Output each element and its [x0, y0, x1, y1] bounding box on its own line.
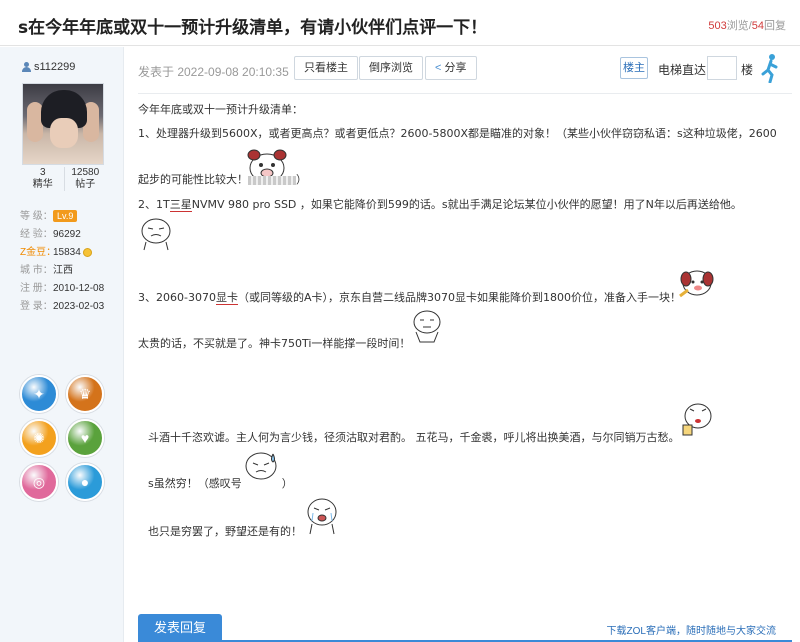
brand-link-gpu[interactable]: 显卡: [215, 291, 238, 305]
thread-header: s在今年年底或双十一预计升级清单，有请小伙伴们点评一下！ 503浏览/54回复: [0, 0, 800, 46]
share-label: 分享: [444, 62, 467, 74]
level-badge: Lv.9: [53, 210, 78, 223]
author-sidebar: s112299 3 精华 12580 帖子 等 级： Lv.9 经 验：96292…: [0, 47, 124, 642]
medal-1[interactable]: ✦: [20, 375, 58, 413]
lift-label: 电梯直达: [658, 63, 707, 77]
author-counts: 3 精华 12580 帖子: [22, 167, 106, 191]
post-line-5a: 3、2060-3070: [138, 291, 216, 304]
exp-row: 经 验：96292: [20, 226, 104, 244]
city-value: 江西: [53, 265, 73, 276]
post-line-8b: ）: [281, 477, 293, 490]
post-line-3b: ）: [296, 173, 307, 186]
medal-grid: ✦ ♛ ✺ ♥ ◎ ●: [20, 375, 106, 501]
essence-label: 精华: [32, 179, 53, 190]
replies-count: 54: [751, 20, 764, 32]
posts-count: 12580: [71, 167, 100, 178]
post-line-4: 2、1T三星NVMV 980 pro SSD ，如果它能降价到599的话。s就出…: [138, 197, 742, 213]
post-line-8a: s虽然穷！（感叹号: [148, 477, 242, 490]
shrug-emoticon: [413, 310, 441, 343]
post-line-4a: 2、1T: [138, 198, 170, 211]
author-info: 等 级： Lv.9 经 验：96292 Z金豆：15834 城 市：江西 注 册：…: [20, 208, 104, 316]
post-line-5: 3、2060-3070显卡（或同等级的A卡），京东自营二线品牌3070显卡如果能…: [138, 290, 681, 306]
reply-tab[interactable]: 发表回复: [138, 614, 222, 642]
post-date: 发表于 2022-09-08 20:10:35: [138, 65, 289, 79]
post-line-7: 斗酒十千恣欢谑。主人何为言少钱，径须沽取对君酌。 五花马，千金裘，呼儿将出换美酒…: [148, 431, 680, 444]
register-label: 注 册：: [20, 283, 53, 294]
zcoin-value: 15834: [53, 247, 81, 258]
drink-emoticon: [682, 403, 712, 436]
city-label: 城 市：: [20, 265, 53, 276]
avatar[interactable]: [22, 83, 104, 165]
share-button[interactable]: < 分享: [425, 56, 477, 80]
doubt-emoticon: [141, 218, 171, 251]
watermark-graphic: [248, 175, 296, 185]
post-line-6: 太贵的话，不买就是了。神卡750Ti一样能撑一段时间！: [138, 337, 411, 350]
brand-link-samsung[interactable]: 三星: [169, 198, 192, 212]
post-line-2: 1、处理器升级到5600X，或者更高点？或者更低点？2600-5800X都是瞄准…: [138, 127, 777, 140]
replies-label: 回复: [764, 20, 786, 32]
jump-floor-icon[interactable]: [760, 53, 780, 83]
share-icon: <: [435, 62, 442, 74]
author-username[interactable]: s112299: [34, 61, 75, 73]
reverse-order-button[interactable]: 倒序浏览: [359, 56, 423, 80]
sweat-emoticon: [245, 452, 277, 480]
header-divider: [138, 93, 792, 94]
posts-stat[interactable]: 12580 帖子: [63, 167, 107, 191]
level-label: 等 级：: [20, 211, 53, 222]
coin-icon: [82, 247, 92, 257]
cry-emoticon: [307, 498, 337, 535]
post-line-9: 也只是穷罢了，野望还是有的！: [148, 525, 302, 538]
essence-stat[interactable]: 3 精华: [22, 167, 64, 191]
reply-bar: 发表回复 下载ZOL客户端，随时随地与大家交流: [138, 614, 792, 642]
essence-count: 3: [39, 167, 46, 178]
medal-2[interactable]: ♛: [66, 375, 104, 413]
city-row: 城 市：江西: [20, 262, 104, 280]
post-line-3: 起步的可能性比较大！ ）: [138, 172, 307, 188]
op-badge[interactable]: 楼主: [620, 57, 648, 79]
post-content: 今年年底或双十一预计升级清单： 1、处理器升级到5600X，或者更高点？或者更低…: [138, 96, 792, 616]
post-line-4b: NVMV 980 pro SSD ，如果它能降价到599的话。s就出手满足论坛某…: [191, 198, 742, 211]
dog-emoticon: [679, 270, 714, 298]
views-label: 浏览: [726, 20, 749, 32]
login-label: 登 录：: [20, 301, 53, 312]
floor-input[interactable]: [707, 56, 737, 80]
author-name-row[interactable]: s112299: [22, 61, 75, 73]
medal-3[interactable]: ✺: [20, 419, 58, 457]
client-download-link[interactable]: 下载ZOL客户端，随时随地与大家交流: [607, 622, 776, 637]
medal-4[interactable]: ♥: [66, 419, 104, 457]
user-icon: [22, 62, 31, 72]
medal-5[interactable]: ◎: [20, 463, 58, 501]
post-line-3a: 起步的可能性比较大！: [138, 173, 248, 186]
zcoin-label: Z金豆：: [20, 247, 57, 258]
only-op-button[interactable]: 只看楼主: [294, 56, 358, 80]
exp-label: 经 验：: [20, 229, 53, 240]
post-line-5b: （或同等级的A卡），京东自营二线品牌3070显卡如果能降价到1800价位，准备入…: [237, 291, 681, 304]
post-toolbar: 发表于 2022-09-08 20:10:35 只看楼主 倒序浏览 < 分享 楼…: [124, 47, 800, 93]
floor-label: 楼: [741, 63, 754, 77]
post-line-1: 今年年底或双十一预计升级清单：: [138, 103, 303, 116]
register-row: 注 册：2010-12-08: [20, 280, 104, 298]
exp-value: 96292: [53, 229, 81, 240]
login-row: 登 录：2023-02-03: [20, 298, 104, 316]
level-row: 等 级： Lv.9: [20, 208, 104, 226]
views-count: 503: [708, 20, 727, 32]
posts-label: 帖子: [75, 179, 96, 190]
medal-6[interactable]: ●: [66, 463, 104, 501]
login-date: 2023-02-03: [53, 301, 105, 312]
register-date: 2010-12-08: [53, 283, 105, 294]
zcoin-row: Z金豆：15834: [20, 244, 104, 262]
thread-stats: 503浏览/54回复: [708, 17, 786, 33]
thread-title: s在今年年底或双十一预计升级清单，有请小伙伴们点评一下！: [18, 18, 488, 38]
